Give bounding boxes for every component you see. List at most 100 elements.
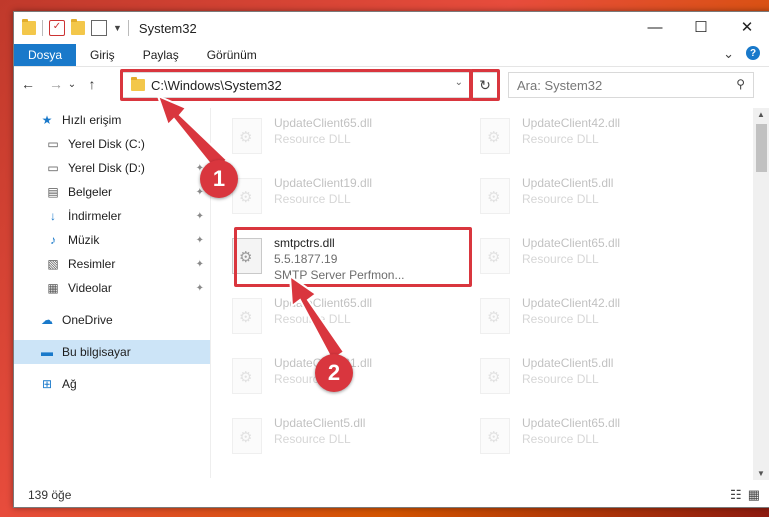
star-icon: ★ [41, 113, 53, 127]
sidebar-item-label: Belgeler [68, 185, 113, 199]
file-highlight [234, 227, 472, 287]
file-list: UpdateClient65.dll Resource DLL UpdateCl… [222, 108, 746, 478]
help-icon[interactable]: ? [746, 46, 760, 60]
file-name: UpdateClient42.dll [522, 296, 621, 310]
dll-file-icon [480, 358, 510, 394]
file-name: UpdateClient65.dll [522, 416, 621, 430]
search-input[interactable]: Ara: System32 ⚲ [508, 72, 754, 98]
sidebar-item-label: Ağ [62, 377, 77, 391]
file-item[interactable]: UpdateClient42.dll Resource DLL [470, 288, 704, 344]
cloud-icon: ☁ [41, 313, 53, 327]
file-name: UpdateClient5.dll [522, 356, 614, 370]
forward-button[interactable]: → [46, 76, 66, 92]
minimize-button[interactable]: — [632, 12, 678, 42]
folder-icon [22, 19, 36, 35]
sidebar-item-label: Yerel Disk (D:) [68, 161, 145, 175]
tiles-view-icon[interactable]: ▦ [748, 487, 760, 503]
title-bar: ✓ ▼ System32 — ☐ ✕ [14, 12, 769, 44]
sidebar-item-quick-access[interactable]: ★ Hızlı erişim [14, 108, 210, 132]
sidebar-item-documents[interactable]: ▤ Belgeler ✦ [14, 180, 210, 204]
file-item[interactable]: UpdateClient5.dll Resource DLL [222, 408, 456, 464]
file-item[interactable]: UpdateClient65.dll Resource DLL [470, 408, 704, 464]
sidebar-item-pictures[interactable]: ▧ Resimler ✦ [14, 252, 210, 276]
file-item[interactable]: UpdateClient5.dll Resource DLL [470, 168, 704, 224]
sidebar-item-label: Videolar [68, 281, 112, 295]
dll-file-icon [480, 298, 510, 334]
file-item[interactable]: UpdateClient19.dll Resource DLL [222, 168, 456, 224]
sidebar-item-disk-c[interactable]: ▭ Yerel Disk (C:) ✦ [14, 132, 210, 156]
file-name: UpdateClient65.dll [522, 236, 621, 250]
tab-home[interactable]: Giriş [76, 44, 129, 66]
sidebar-item-label: OneDrive [62, 313, 113, 327]
customize-qa-icon[interactable]: ▼ [113, 23, 122, 33]
file-name: UpdateClient42.dll [522, 116, 621, 130]
pin-icon[interactable]: ✦ [196, 211, 204, 222]
sidebar-item-music[interactable]: ♪ Müzik ✦ [14, 228, 210, 252]
scrollbar-thumb[interactable] [756, 124, 767, 172]
file-item[interactable]: UpdateClient65.dll Resource DLL [222, 108, 456, 164]
divider [127, 20, 129, 36]
drive-icon: ▭ [47, 161, 59, 175]
sidebar-item-onedrive[interactable]: ☁ OneDrive [14, 308, 210, 332]
new-folder-icon[interactable] [71, 19, 85, 35]
properties-icon[interactable]: ✓ [49, 20, 65, 36]
file-description: Resource DLL [274, 132, 351, 146]
sidebar-item-network[interactable]: ⊞ Ağ [14, 372, 210, 396]
divider [42, 20, 43, 36]
drive-icon: ▭ [47, 137, 59, 151]
sidebar-item-videos[interactable]: ▦ Videolar ✦ [14, 276, 210, 300]
pin-icon[interactable]: ✦ [196, 283, 204, 294]
dll-file-icon [480, 238, 510, 274]
up-button[interactable]: ↑ [82, 76, 102, 92]
computer-icon: ▬ [41, 345, 53, 359]
sidebar-item-label: Bu bilgisayar [62, 345, 131, 359]
file-description: Resource DLL [522, 312, 599, 326]
step-2-badge: 2 [315, 354, 353, 392]
dll-file-icon [232, 298, 262, 334]
pin-icon[interactable]: ✦ [196, 259, 204, 270]
network-icon: ⊞ [41, 377, 53, 391]
scroll-up-icon[interactable]: ▲ [757, 110, 765, 119]
back-button[interactable]: ← [18, 76, 38, 92]
close-button[interactable]: ✕ [724, 12, 769, 42]
file-name: UpdateClient65.dll [274, 296, 373, 310]
sidebar-item-label: İndirmeler [68, 209, 122, 223]
ribbon-right: ⌄ ? [723, 46, 760, 62]
expand-ribbon-icon[interactable]: ⌄ [723, 46, 734, 62]
sidebar-item-downloads[interactable]: ↓ İndirmeler ✦ [14, 204, 210, 228]
file-description: Resource DLL [522, 252, 599, 266]
sidebar-item-label: Resimler [68, 257, 116, 271]
tab-file[interactable]: Dosya [14, 44, 77, 66]
search-icon[interactable]: ⚲ [736, 77, 745, 91]
pictures-icon: ▧ [47, 257, 59, 271]
vertical-scrollbar[interactable]: ▲ ▼ [753, 108, 769, 480]
file-name: UpdateClient5.dll [274, 416, 366, 430]
file-description: Resource DLL [522, 372, 599, 386]
documents-icon: ▤ [47, 185, 59, 199]
file-description: Resource DLL [274, 432, 351, 446]
file-item[interactable]: UpdateClient65.dll Resource DLL [470, 228, 704, 284]
dll-file-icon [480, 178, 510, 214]
pin-icon[interactable]: ✦ [196, 235, 204, 246]
sidebar-item-disk-d[interactable]: ▭ Yerel Disk (D:) ✦ [14, 156, 210, 180]
navigation-pane: ★ Hızlı erişim ▭ Yerel Disk (C:) ✦ ▭ Yer… [14, 108, 210, 478]
sidebar-item-this-pc[interactable]: ▬ Bu bilgisayar [14, 340, 210, 364]
file-item[interactable]: UpdateClient42.dll Resource DLL [470, 108, 704, 164]
pin-icon[interactable]: ✦ [196, 139, 204, 150]
maximize-button[interactable]: ☐ [678, 12, 724, 42]
view-icon[interactable] [91, 20, 107, 36]
downloads-icon: ↓ [50, 209, 56, 223]
ribbon-tabs: Dosya Giriş Paylaş Görünüm ⌄ ? [14, 44, 769, 66]
window-controls: — ☐ ✕ [632, 12, 769, 42]
tab-share[interactable]: Paylaş [129, 44, 193, 66]
tab-view[interactable]: Görünüm [193, 44, 271, 66]
recent-locations-button[interactable]: ⌄ [66, 79, 78, 90]
scroll-down-icon[interactable]: ▼ [757, 469, 765, 478]
file-description: Resource DLL [522, 132, 599, 146]
file-item[interactable]: UpdateClient5.dll Resource DLL [470, 348, 704, 404]
file-item[interactable]: UpdateClient65.dll Resource DLL [222, 288, 456, 344]
file-description: Resource DLL [274, 312, 351, 326]
details-view-icon[interactable]: ☷ [730, 487, 742, 503]
file-description: Resource DLL [522, 432, 599, 446]
music-icon: ♪ [50, 233, 56, 247]
